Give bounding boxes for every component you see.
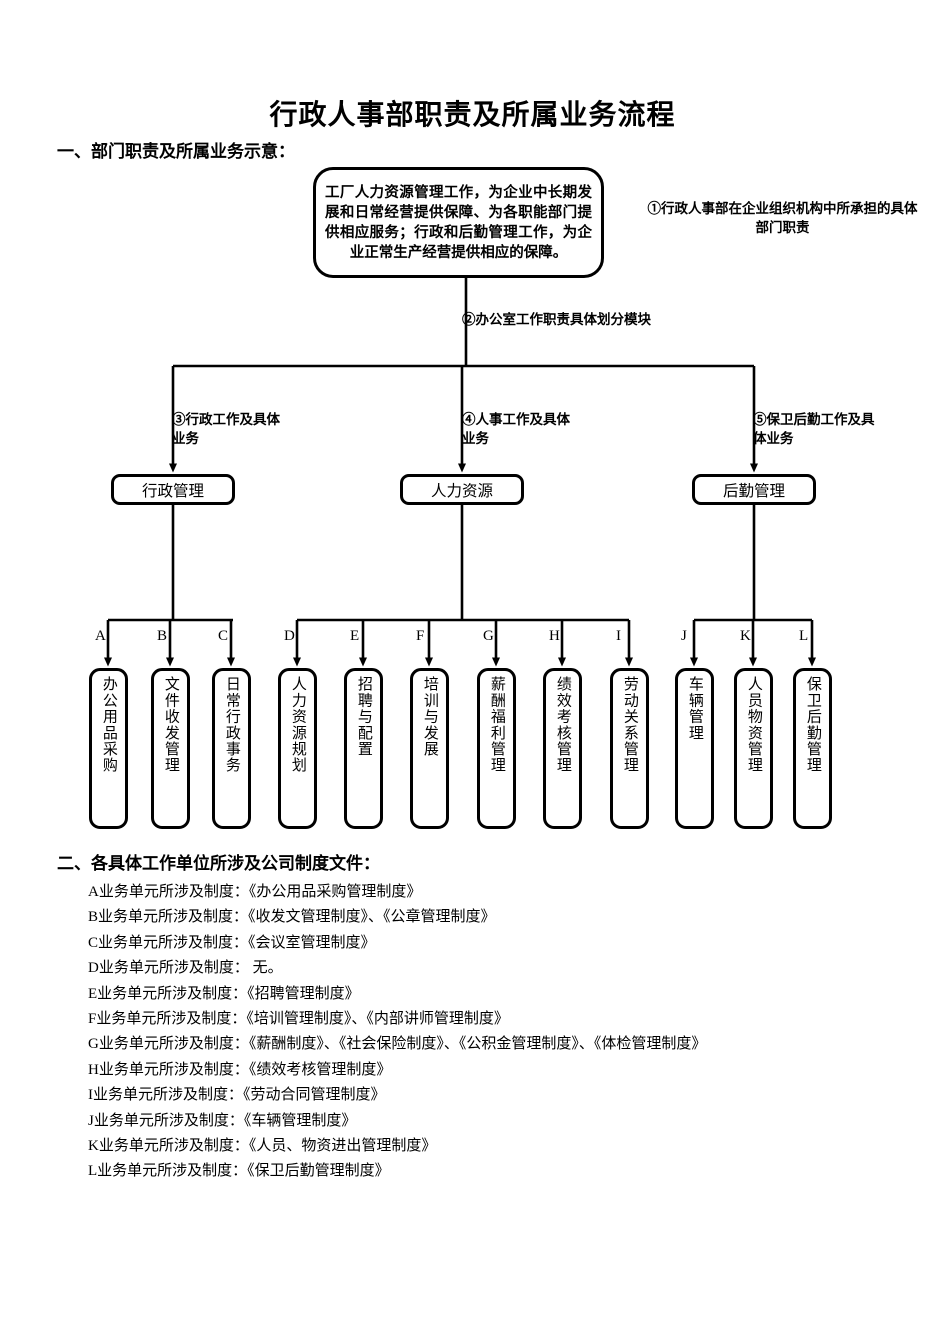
leaf-box-g-label: 薪酬福利管理 <box>488 676 505 774</box>
branch-letter-j: J <box>681 628 687 644</box>
leaf-box-e: 招聘与配置 <box>344 668 383 829</box>
list-item: H业务单元所涉及制度：《绩效考核管理制度》 <box>88 1061 392 1078</box>
leaf-box-h: 绩效考核管理 <box>543 668 582 829</box>
leaf-box-a-label: 办公用品采购 <box>100 676 117 774</box>
annotation-note-1: ①行政人事部在企业组织机构中所承担的具体部门职责 <box>647 201 918 235</box>
org-flowchart: 工厂人力资源管理工作，为企业中长期发展和日常经营提供保障、为各职能部门提供相应服… <box>0 0 945 845</box>
leaf-box-d: 人力资源规划 <box>278 668 317 829</box>
annotation-note-4: ④人事工作及具体业务 <box>462 412 570 446</box>
branch-letter-k: K <box>740 628 751 644</box>
list-item: K业务单元所涉及制度：《人员、物资进出管理制度》 <box>88 1138 437 1155</box>
list-item: L业务单元所涉及制度：《保卫后勤管理制度》 <box>88 1163 390 1180</box>
leaf-box-l: 保卫后勤管理 <box>793 668 832 829</box>
leaf-box-h-label: 绩效考核管理 <box>554 676 571 774</box>
annotation-note-5: ⑤保卫后勤工作及具体业务 <box>753 412 875 446</box>
level2-box-logistics: 后勤管理 <box>692 474 816 505</box>
branch-letter-b: B <box>157 628 168 644</box>
annotation-note-3: ③行政工作及具体业务 <box>172 412 280 446</box>
policy-document-list: A业务单元所涉及制度：《办公用品采购管理制度》 B业务单元所涉及制度：《收发文管… <box>88 880 918 1185</box>
branch-letter-g: G <box>483 628 494 644</box>
leaf-box-j-label: 车辆管理 <box>686 676 703 741</box>
branch-letter-i: I <box>616 628 621 644</box>
level2-box-human-resources: 人力资源 <box>400 474 524 505</box>
leaf-box-j: 车辆管理 <box>675 668 714 829</box>
list-item: A业务单元所涉及制度：《办公用品采购管理制度》 <box>88 884 422 900</box>
leaf-box-k: 人员物资管理 <box>734 668 773 829</box>
leaf-box-b: 文件收发管理 <box>151 668 190 829</box>
top-responsibility-box: 工厂人力资源管理工作，为企业中长期发展和日常经营提供保障、为各职能部门提供相应服… <box>313 167 604 278</box>
leaf-box-l-label: 保卫后勤管理 <box>804 676 821 774</box>
section-two-heading: 二、各具体工作单位所涉及公司制度文件： <box>57 854 380 873</box>
branch-letter-f: F <box>416 628 425 644</box>
leaf-box-i-label: 劳动关系管理 <box>621 676 638 774</box>
leaf-box-k-label: 人员物资管理 <box>745 676 762 774</box>
branch-letter-c: C <box>218 628 229 644</box>
list-item: F业务单元所涉及制度：《培训管理制度》、《内部讲师管理制度》 <box>88 1011 509 1028</box>
branch-letter-h: H <box>549 628 560 644</box>
list-item: E业务单元所涉及制度：《招聘管理制度》 <box>88 985 360 1002</box>
list-item: G业务单元所涉及制度：《薪酬制度》、《社会保险制度》、《公积金管理制度》、《体检… <box>88 1036 707 1053</box>
list-item: B业务单元所涉及制度：《收发文管理制度》、《公章管理制度》 <box>88 909 496 926</box>
leaf-box-c-label: 日常行政事务 <box>223 676 240 774</box>
list-item: I业务单元所涉及制度：《劳动合同管理制度》 <box>88 1087 386 1104</box>
leaf-box-c: 日常行政事务 <box>212 668 251 829</box>
leaf-box-f-label: 培训与发展 <box>421 676 438 757</box>
branch-letter-l: L <box>799 628 809 644</box>
branch-letter-e: E <box>350 628 360 644</box>
list-item: J业务单元所涉及制度：《车辆管理制度》 <box>88 1112 357 1129</box>
leaf-box-a: 办公用品采购 <box>89 668 128 829</box>
list-item: C业务单元所涉及制度：《会议室管理制度》 <box>88 934 376 951</box>
branch-letter-d: D <box>284 628 295 644</box>
leaf-box-e-label: 招聘与配置 <box>355 676 372 757</box>
document-page: 行政人事部职责及所属业务流程 一、部门职责及所属业务示意： 工厂人力资源管理工作… <box>0 0 945 1337</box>
leaf-box-b-label: 文件收发管理 <box>162 676 179 774</box>
leaf-box-f: 培训与发展 <box>410 668 449 829</box>
level2-box-administration: 行政管理 <box>111 474 235 505</box>
leaf-box-i: 劳动关系管理 <box>610 668 649 829</box>
leaf-box-d-label: 人力资源规划 <box>289 676 306 774</box>
annotation-note-2: ②办公室工作职责具体划分模块 <box>462 312 651 327</box>
top-responsibility-text: 工厂人力资源管理工作，为企业中长期发展和日常经营提供保障、为各职能部门提供相应服… <box>325 184 592 261</box>
list-item: D业务单元所涉及制度： 无。 <box>88 960 283 977</box>
branch-letter-a: A <box>95 628 106 644</box>
leaf-box-g: 薪酬福利管理 <box>477 668 516 829</box>
